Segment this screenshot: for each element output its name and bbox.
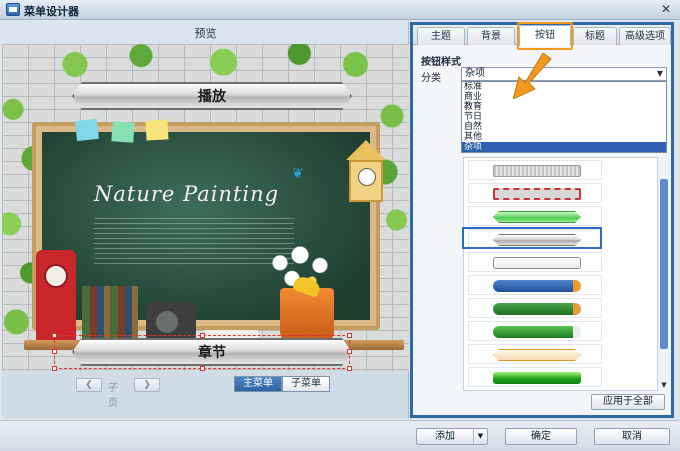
red-telephone-decoration [36, 250, 76, 344]
sticky-note-green [111, 121, 135, 143]
preview-stage: Nature Painting ❦ 播放 章节 [2, 44, 409, 371]
button-style-item[interactable] [468, 206, 602, 226]
settings-tabs: 主题 背景 按钮 标题 高级选项 [413, 22, 671, 50]
sticky-note-yellow [145, 119, 169, 141]
chevron-down-icon[interactable]: ▼ [657, 68, 663, 80]
category-select[interactable]: 杂项 ▼ [461, 67, 667, 81]
chalkboard-title: Nature Painting [94, 182, 280, 206]
tab-title[interactable]: 标题 [573, 27, 617, 45]
house-clock-decoration [346, 140, 386, 204]
category-option[interactable]: 节日 [462, 112, 666, 122]
button-style-item[interactable] [468, 160, 602, 180]
resize-handle[interactable] [52, 333, 57, 338]
chevron-down-icon[interactable]: ▼ [473, 429, 487, 444]
category-option[interactable]: 自然 [462, 122, 666, 132]
category-option[interactable]: 其他 [462, 132, 666, 142]
next-page-button[interactable]: ❯ [134, 378, 160, 392]
close-button[interactable]: ✕ [658, 3, 674, 17]
play-menu-button[interactable]: 播放 [72, 82, 352, 110]
button-style-item[interactable] [468, 252, 602, 272]
window-title: 菜单设计器 [24, 5, 79, 18]
preview-header: 预览 [194, 27, 217, 40]
scrollbar-thumb[interactable] [660, 179, 668, 349]
style-swatch [493, 303, 581, 315]
resize-handle[interactable] [52, 366, 57, 371]
scroll-down-icon[interactable]: ▼ [659, 380, 669, 390]
category-label: 分类 [421, 73, 441, 84]
ok-button[interactable]: 确定 [505, 428, 577, 445]
books-decoration [82, 286, 138, 342]
sub-menu-toggle[interactable]: 子菜单 [282, 376, 330, 392]
style-swatch [493, 257, 581, 269]
resize-handle[interactable] [52, 349, 57, 354]
style-swatch [493, 326, 581, 338]
button-style-item[interactable] [468, 275, 602, 295]
style-swatch [493, 211, 581, 223]
apply-to-all-button[interactable]: 应用于全部 [591, 394, 665, 410]
bottom-bar: 添加 ▼ 确定 取消 [0, 420, 680, 451]
resize-handle[interactable] [347, 349, 352, 354]
button-style-item[interactable] [468, 183, 602, 203]
button-style-item[interactable] [468, 321, 602, 341]
butterfly-icon: ❦ [292, 166, 304, 182]
button-style-list [463, 157, 659, 391]
category-option-selected[interactable]: 杂项 [462, 142, 666, 152]
resize-handle[interactable] [200, 333, 205, 338]
ivy-decoration-top [42, 44, 372, 82]
subpage-label: 子页 [108, 383, 118, 409]
tab-background[interactable]: 背景 [467, 27, 515, 45]
style-swatch [493, 372, 581, 384]
title-bar: 菜单设计器 ✕ [0, 0, 680, 20]
style-swatch [493, 165, 581, 177]
style-swatch [493, 349, 581, 361]
cancel-button[interactable]: 取消 [594, 428, 670, 445]
button-style-heading: 按钮样式 [421, 57, 461, 68]
button-style-item[interactable] [468, 367, 602, 387]
tab-advanced[interactable]: 高级选项 [619, 27, 671, 45]
main-menu-toggle[interactable]: 主菜单 [234, 376, 282, 392]
style-swatch [493, 188, 581, 200]
style-list-scrollbar[interactable]: ▼ [657, 157, 669, 391]
app-icon [6, 3, 20, 16]
category-option[interactable]: 教育 [462, 102, 666, 112]
flower-pot-decoration [280, 288, 334, 342]
style-swatch [493, 280, 581, 292]
orange-arrow-icon [513, 53, 552, 99]
add-button-label: 添加 [435, 431, 455, 442]
category-select-value: 杂项 [465, 68, 485, 79]
add-button[interactable]: 添加 ▼ [416, 428, 488, 445]
category-dropdown: 标准 商业 教育 节日 自然 其他 杂项 [461, 81, 667, 153]
button-style-item[interactable] [468, 344, 602, 364]
button-style-item[interactable] [468, 298, 602, 318]
tab-highlight-box [517, 22, 573, 50]
resize-handle[interactable] [347, 366, 352, 371]
category-option[interactable]: 商业 [462, 92, 666, 102]
sticky-note-blue [75, 118, 99, 142]
tab-theme[interactable]: 主题 [417, 27, 465, 45]
clock-face [358, 168, 376, 186]
preview-panel: 预览 Nature Painting ❦ 播放 章节 ❮ 子页 ❯ 主菜单 子菜… [2, 22, 409, 418]
resize-handle[interactable] [347, 333, 352, 338]
category-option[interactable]: 标准 [462, 82, 666, 92]
prev-page-button[interactable]: ❮ [76, 378, 102, 392]
selection-frame[interactable] [52, 333, 352, 371]
selected-style-highlight [462, 227, 602, 249]
resize-handle[interactable] [200, 366, 205, 371]
